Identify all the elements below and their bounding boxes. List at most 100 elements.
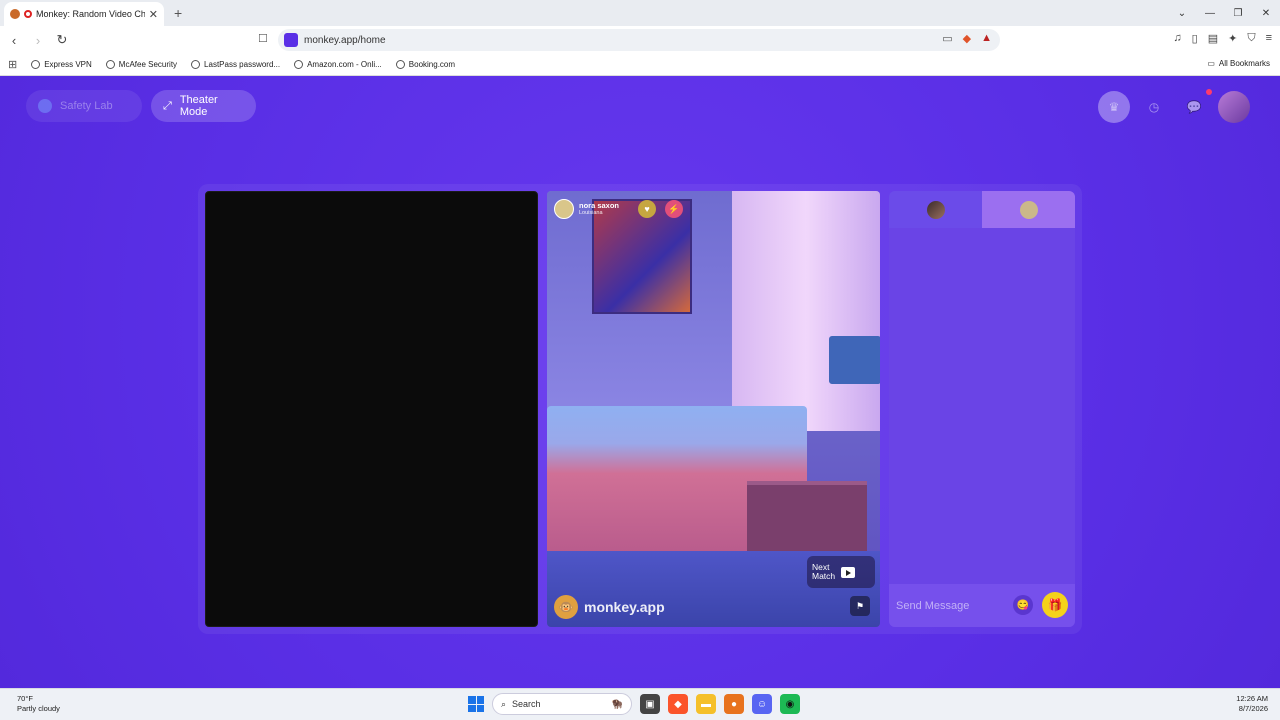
weather-temp: 70°F [17, 694, 33, 703]
report-icon[interactable]: ⚑ [850, 596, 870, 616]
video-scene-lamp [829, 336, 880, 384]
menu-icon[interactable]: ≡ [1266, 32, 1272, 45]
tab-close-icon[interactable]: ✕ [149, 8, 158, 21]
sidebar-icon[interactable]: ▯ [1192, 32, 1198, 45]
chat-tab-match[interactable] [982, 191, 1075, 228]
file-explorer-icon[interactable]: ▬ [696, 694, 716, 714]
crown-icon[interactable]: ♛ [1098, 91, 1130, 123]
weather-desc: Partly cloudy [17, 704, 60, 714]
top-right-actions: ♛ ◷ 💬 [1098, 89, 1250, 123]
tab-search-icon[interactable]: ⌄ [1168, 0, 1196, 26]
minimize-button[interactable]: — [1196, 0, 1224, 26]
apps-grid-icon[interactable]: ⊞ [8, 58, 17, 71]
bookmark-label: Express VPN [44, 60, 92, 69]
search-label: Search [512, 699, 541, 709]
window-controls: ⌄ — ❐ ✕ [1168, 0, 1280, 26]
play-icon [841, 566, 856, 578]
recording-indicator-icon [24, 10, 32, 18]
leo-ai-icon[interactable]: ✦ [1228, 32, 1237, 45]
reload-icon[interactable]: ↻ [52, 32, 72, 48]
taskbar-apps: ⌕ Search 🦬 ▣ ◆ ▬ ● ☺ ◉ [468, 693, 800, 715]
next-match-label-2: Match [812, 571, 836, 581]
forward-icon[interactable]: › [28, 33, 48, 48]
bookmark-item[interactable]: Booking.com [395, 60, 455, 69]
bookmark-item[interactable]: McAfee Security [105, 60, 177, 69]
brand-text: monkey.app [584, 599, 665, 615]
match-name: nora saxon [579, 201, 620, 211]
tab-title: Monkey: Random Video Chat [36, 9, 145, 19]
browser-tab[interactable]: Monkey: Random Video Chat ✕ [4, 2, 164, 26]
address-bar-row: ‹ › ↻ ☐ monkey.app/home ▭ ◆ ▲ ♫ ▯ ▤ ✦ ⛉ … [0, 26, 1280, 54]
partner-video-feed: nora saxon Louisiana ♥ ⚡ 🐵 monkey.app Ne… [547, 191, 880, 627]
folder-icon: ▭ [1207, 59, 1215, 68]
bookmark-icon[interactable]: ☐ [258, 32, 268, 45]
monkey-watermark: 🐵 monkey.app [554, 595, 665, 619]
discord-icon[interactable]: ☺ [752, 694, 772, 714]
music-icon[interactable]: ♫ [1173, 32, 1181, 45]
url-field[interactable]: monkey.app/home ▭ ◆ ▲ [278, 29, 1000, 51]
bookmark-label: Amazon.com - Onli... [307, 60, 382, 69]
boost-icon[interactable]: ⚡ [665, 200, 684, 218]
all-bookmarks-label: All Bookmarks [1218, 59, 1270, 68]
emoji-icon[interactable]: 😋 [1013, 595, 1033, 615]
heart-icon[interactable]: ♥ [638, 200, 657, 218]
windows-taskbar: 70°F Partly cloudy ⌕ Search 🦬 ▣ ◆ ▬ ● ☺ … [0, 688, 1280, 720]
self-video-feed [205, 191, 538, 627]
monkey-page: Safety Lab ⤢ Theater Mode ♛ ◷ 💬 nora sax… [0, 76, 1280, 688]
back-icon[interactable]: ‹ [4, 33, 24, 48]
chat-bubble-icon[interactable]: 💬 [1178, 89, 1212, 123]
globe-icon [191, 60, 201, 69]
send-message-input[interactable] [896, 599, 1006, 612]
all-bookmarks-button[interactable]: ▭ All Bookmarks [1207, 59, 1270, 68]
task-view-icon[interactable]: ▣ [640, 694, 660, 714]
gift-icon[interactable]: 🎁 [1042, 592, 1068, 618]
theater-mode-button[interactable]: ⤢ Theater Mode [151, 90, 256, 122]
system-clock[interactable]: 12:26 AM 8/7/2026 [1236, 694, 1268, 714]
vpn-icon[interactable]: ⛉ [1247, 32, 1255, 45]
search-highlight-icon: 🦬 [611, 698, 623, 709]
firefox-icon[interactable]: ● [724, 694, 744, 714]
globe-icon [395, 60, 405, 69]
partner-avatar [926, 200, 945, 219]
brave-shield-icon[interactable]: ◆ [963, 32, 971, 45]
weather-widget[interactable]: 70°F Partly cloudy [17, 694, 60, 714]
history-icon[interactable]: ◷ [1138, 91, 1170, 123]
next-match-button[interactable]: Next Match [807, 556, 875, 588]
brave-browser-icon[interactable]: ◆ [668, 694, 688, 714]
bookmarks-bar: ⊞ Express VPN McAfee Security LastPass p… [0, 54, 1280, 76]
match-location: Louisiana [579, 209, 603, 216]
chat-tab-partner[interactable] [889, 191, 982, 228]
search-icon: ⌕ [501, 698, 507, 709]
safety-lab-button[interactable]: Safety Lab [26, 90, 142, 122]
chatgpt-app-icon[interactable]: ◉ [780, 694, 800, 714]
start-button[interactable] [468, 696, 484, 712]
toolbar-icons: ♫ ▯ ▤ ✦ ⛉ ≡ [1173, 32, 1272, 45]
chat-panel: 😋 🎁 [889, 191, 1075, 627]
expand-icon: ⤢ [163, 99, 172, 112]
monkey-favicon-icon [10, 9, 20, 19]
bookmark-item[interactable]: Express VPN [31, 60, 92, 69]
rewards-icon[interactable]: ▲ [981, 32, 992, 45]
globe-icon [105, 60, 115, 69]
bookmark-label: LastPass password... [204, 60, 281, 69]
monkey-logo-icon: 🐵 [554, 595, 578, 619]
bookmark-item[interactable]: Amazon.com - Onli... [294, 60, 382, 69]
match-avatar [554, 199, 574, 219]
video-scene-curtain [732, 191, 880, 431]
chat-input-row: 😋 🎁 [889, 584, 1075, 627]
match-user-tag[interactable]: nora saxon Louisiana ♥ ⚡ [554, 199, 684, 219]
notification-badge [1206, 89, 1212, 95]
chat-tabs [889, 191, 1075, 228]
profile-avatar[interactable] [1218, 91, 1250, 123]
close-window-button[interactable]: ✕ [1252, 0, 1280, 26]
taskbar-search[interactable]: ⌕ Search 🦬 [492, 693, 632, 715]
match-tab-avatar [1019, 200, 1038, 219]
cast-icon[interactable]: ▭ [942, 32, 952, 45]
new-tab-button[interactable]: + [174, 5, 182, 21]
wallet-icon[interactable]: ▤ [1208, 32, 1218, 45]
safety-lab-label: Safety Lab [60, 100, 113, 112]
globe-icon [31, 60, 41, 69]
bookmark-item[interactable]: LastPass password... [191, 60, 280, 69]
maximize-button[interactable]: ❐ [1224, 0, 1252, 26]
tab-bar: Monkey: Random Video Chat ✕ + ⌄ — ❐ ✕ [0, 0, 1280, 26]
